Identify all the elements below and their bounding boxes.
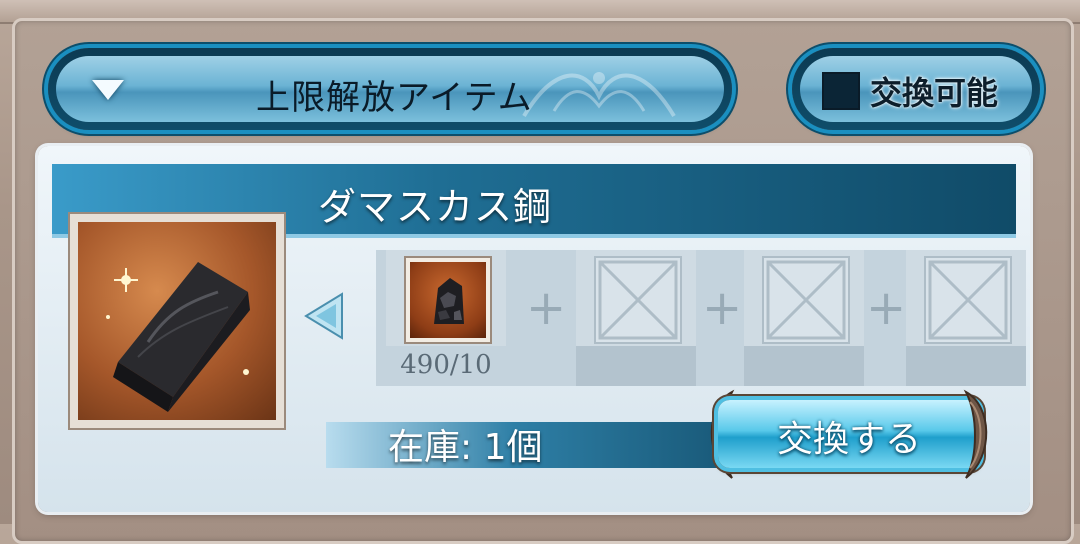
exchange-button-body: 交換する [718,400,980,468]
stock-count: 在庫: 1個 [388,427,543,468]
horn-right-ornament [963,389,988,479]
count-bar [744,346,864,386]
item-card: ダマスカス鋼 490/10 + + + 在庫: 1個 交換する [38,146,1030,512]
item-icon-frame[interactable] [68,212,286,430]
count-bar [906,346,1026,386]
damascus-steel-ingot-icon [78,222,276,420]
empty-slot-icon [594,256,682,344]
empty-slot-icon [762,256,850,344]
plus-icon: + [702,280,743,336]
plus-icon: + [526,280,567,336]
dropdown-arrow-icon [92,80,124,100]
empty-slot-icon [924,256,1012,344]
exchangeable-filter-toggle[interactable]: 交換可能 [792,48,1040,130]
crystal-arrow-icon [304,292,343,340]
dropdown-selected-label: 上限解放アイテム [256,78,533,118]
material-slot[interactable]: 490/10 [386,250,506,386]
material-count: 490/10 [400,350,492,380]
exchangeable-checkbox[interactable] [822,72,860,110]
exchangeable-label: 交換可能 [870,74,999,112]
required-materials: 490/10 + + + [376,250,1026,386]
ore-material-icon [410,262,486,338]
item-name: ダマスカス鋼 [318,185,553,229]
toggle-body: 交換可能 [800,56,1032,122]
material-slot-empty [744,250,864,386]
exchange-button[interactable]: 交換する [698,386,998,482]
material-slot-empty [576,250,696,386]
plus-icon: + [866,280,907,336]
count-bar [576,346,696,386]
dropdown-body: 上限解放アイテム [56,56,724,122]
exchange-button-label: 交換する [776,419,921,460]
item-category-dropdown[interactable]: 上限解放アイテム [48,48,732,130]
material-icon-frame [404,256,492,344]
material-slot-empty [906,250,1026,386]
